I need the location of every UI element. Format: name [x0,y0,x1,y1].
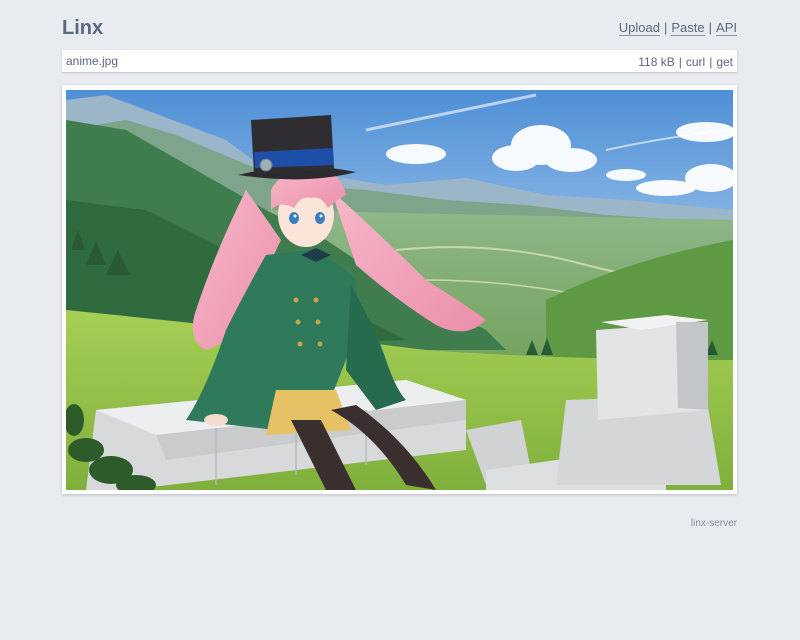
image-preview-frame [62,85,737,494]
meta-separator: | [678,55,682,69]
file-info-bar: anime.jpg 118 kB | curl | get [62,50,737,72]
logo-link[interactable]: Linx [62,14,103,42]
footer-link[interactable]: linx-server [691,518,737,529]
get-link[interactable]: get [716,55,733,69]
file-size: 118 kB [638,55,675,69]
nav-separator: | [708,20,713,35]
anime-image[interactable] [66,90,733,490]
nav-api-link[interactable]: API [716,20,737,36]
nav-separator: | [664,20,668,35]
meta-separator: | [709,55,713,69]
nav-paste-link[interactable]: Paste [671,20,705,36]
top-nav: Upload | Paste | API [618,19,737,37]
file-name: anime.jpg [66,54,119,68]
file-meta: 118 kB | curl | get [638,51,733,73]
nav-upload-link[interactable]: Upload [618,20,660,36]
footer: linx-server [691,518,737,529]
header: Linx Upload | Paste | API [62,14,737,42]
curl-link[interactable]: curl [686,55,705,69]
